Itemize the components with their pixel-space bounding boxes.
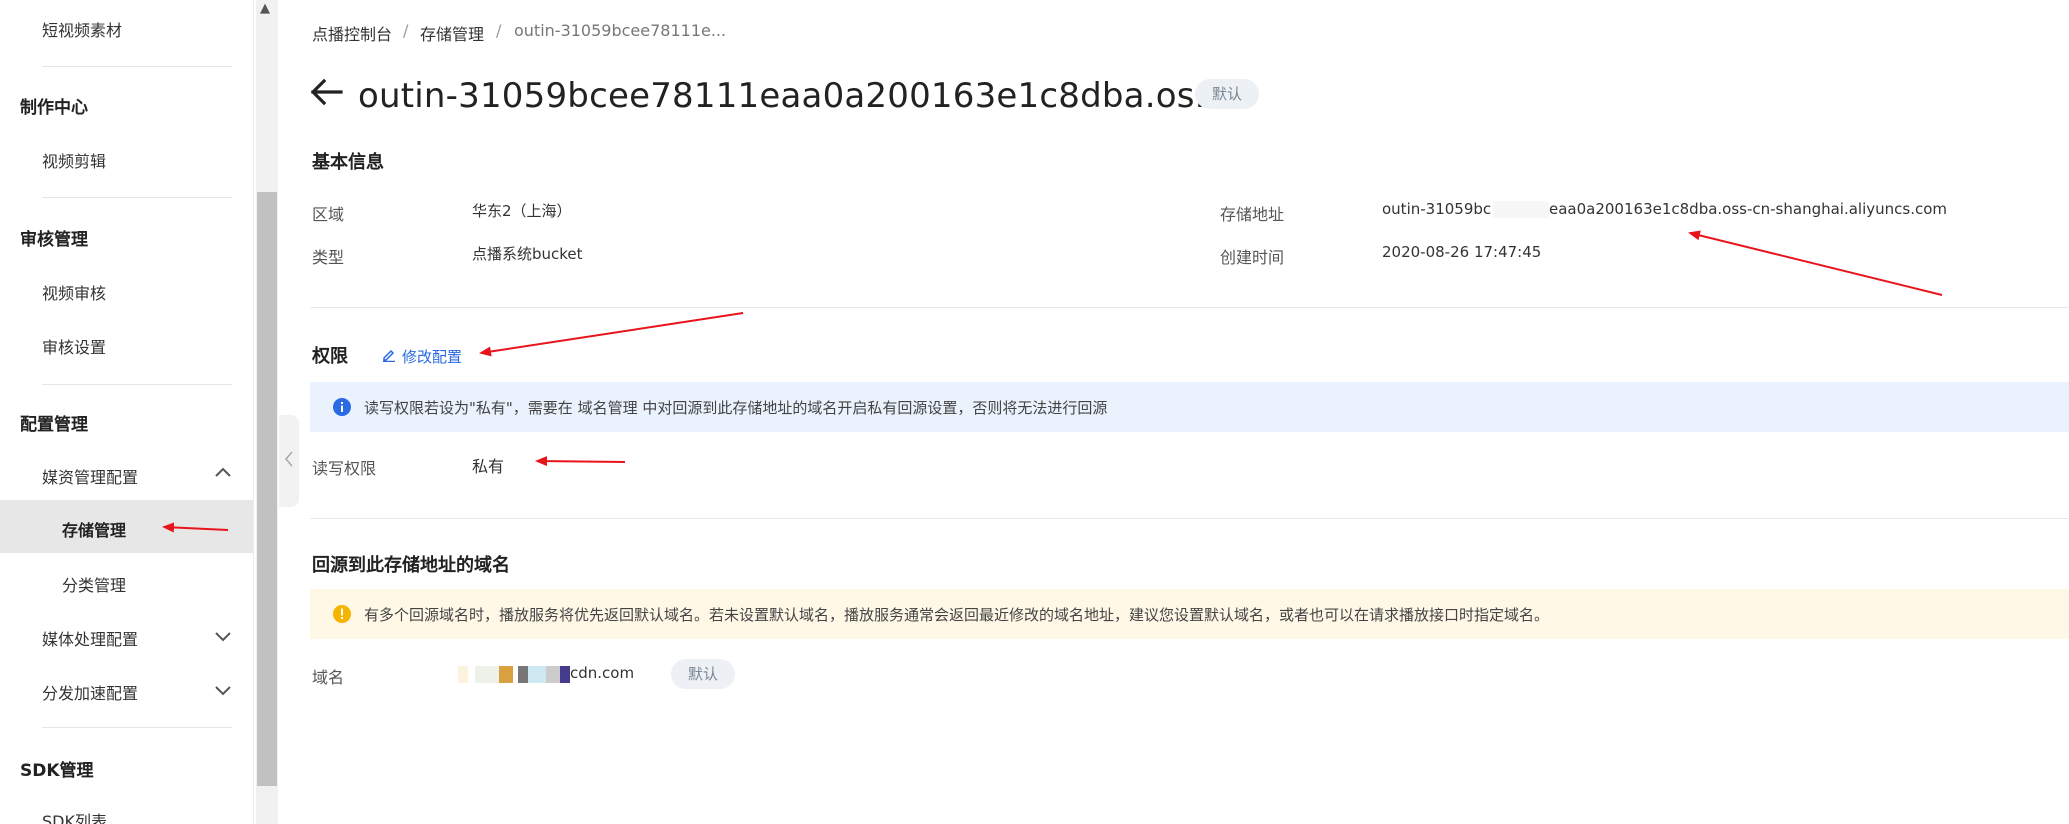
scrollbar-thumb[interactable] <box>257 192 277 786</box>
address-label: 存储地址 <box>1220 205 1285 224</box>
sidebar-collapse-toggle[interactable] <box>279 415 299 507</box>
page-title: outin-31059bcee78111eaa0a200163e1c8dba.o… <box>358 76 1228 116</box>
address-value-prefix: outin-31059bc <box>1382 200 1492 218</box>
info-icon <box>332 397 352 417</box>
redacted-block <box>546 666 560 683</box>
sidebar-item-category[interactable]: 分类管理 <box>62 572 126 596</box>
sidebar-group-sdk: SDK管理 <box>20 761 94 781</box>
sidebar-divider <box>42 727 232 728</box>
chevron-down-icon[interactable] <box>214 684 232 696</box>
basic-info-title: 基本信息 <box>312 152 384 173</box>
sidebar-scrollbar[interactable]: ▲ <box>256 0 278 824</box>
sidebar-item-sdk-list[interactable]: SDK列表 <box>42 808 107 824</box>
redacted-block <box>499 666 513 683</box>
chevron-up-icon[interactable] <box>214 466 232 478</box>
sidebar-group-review: 审核管理 <box>20 230 88 250</box>
chevron-down-icon[interactable] <box>214 630 232 642</box>
sidebar-group-production: 制作中心 <box>20 98 88 118</box>
domains-notice-text: 有多个回源域名时，播放服务将优先返回默认域名。若未设置默认域名，播放服务通常会返… <box>364 605 1550 624</box>
sidebar-divider <box>42 66 232 67</box>
breadcrumb-current: outin-31059bcee78111e... <box>514 21 727 40</box>
redacted-block <box>518 666 528 683</box>
sidebar-divider <box>42 197 232 198</box>
redacted-block <box>458 666 468 683</box>
sidebar-item-video-editing[interactable]: 视频剪辑 <box>42 148 106 172</box>
type-label: 类型 <box>312 248 345 267</box>
created-value: 2020-08-26 17:47:45 <box>1382 243 1542 261</box>
redacted-block <box>560 666 570 683</box>
scroll-up-icon[interactable]: ▲ <box>260 2 270 15</box>
rw-permission-label: 读写权限 <box>312 459 377 478</box>
edit-config-link[interactable]: 修改配置 <box>382 346 462 367</box>
sidebar-item-media-config[interactable]: 媒资管理配置 <box>42 464 138 488</box>
domains-notice: 有多个回源域名时，播放服务将优先返回默认域名。若未设置默认域名，播放服务通常会返… <box>310 589 2069 639</box>
sidebar-active-highlight <box>0 500 253 553</box>
sidebar-divider <box>42 384 232 385</box>
region-value: 华东2（上海） <box>472 202 572 220</box>
permission-notice-text: 读写权限若设为"私有"，需要在 域名管理 中对回源到此存储地址的域名开启私有回源… <box>364 398 1108 417</box>
type-value: 点播系统bucket <box>472 245 583 263</box>
warning-icon <box>332 604 352 624</box>
sidebar-item-video-review[interactable]: 视频审核 <box>42 280 106 304</box>
sidebar-item-distribution[interactable]: 分发加速配置 <box>42 680 138 704</box>
breadcrumb-separator: / <box>496 21 502 40</box>
domain-value: cdn.com <box>570 664 635 682</box>
chevron-left-icon <box>284 449 294 474</box>
edit-config-label: 修改配置 <box>402 348 463 366</box>
section-divider <box>310 518 2069 519</box>
sidebar: 短视频素材 制作中心 视频剪辑 审核管理 视频审核 审核设置 配置管理 媒资管理… <box>0 0 254 824</box>
sidebar-item-media-processing[interactable]: 媒体处理配置 <box>42 626 138 650</box>
rw-permission-value: 私有 <box>472 457 505 476</box>
sidebar-item-short-video[interactable]: 短视频素材 <box>42 17 122 41</box>
sidebar-item-review-settings[interactable]: 审核设置 <box>42 334 106 358</box>
domains-title: 回源到此存储地址的域名 <box>312 555 510 576</box>
sidebar-group-config: 配置管理 <box>20 415 88 435</box>
redacted-block <box>475 666 499 683</box>
breadcrumb-storage[interactable]: 存储管理 <box>420 21 484 45</box>
main-content: 点播控制台 / 存储管理 / outin-31059bcee78111e... … <box>310 0 2069 824</box>
edit-icon <box>382 348 396 366</box>
created-label: 创建时间 <box>1220 248 1285 267</box>
domain-label: 域名 <box>312 668 345 687</box>
redacted-block <box>1493 201 1549 218</box>
section-divider <box>310 307 2069 308</box>
permission-notice: 读写权限若设为"私有"，需要在 域名管理 中对回源到此存储地址的域名开启私有回源… <box>310 382 2069 432</box>
sidebar-item-storage[interactable]: 存储管理 <box>62 517 126 541</box>
back-arrow-icon[interactable] <box>310 75 344 113</box>
redacted-block <box>528 666 546 683</box>
address-value-suffix: eaa0a200163e1c8dba.oss-cn-shanghai.aliyu… <box>1549 200 1948 218</box>
default-badge: 默认 <box>1195 79 1260 109</box>
domain-default-badge[interactable]: 默认 <box>671 659 736 689</box>
region-label: 区域 <box>312 205 345 224</box>
breadcrumb-console[interactable]: 点播控制台 <box>312 21 392 45</box>
permissions-title: 权限 <box>312 346 348 367</box>
breadcrumb-separator: / <box>403 21 409 40</box>
